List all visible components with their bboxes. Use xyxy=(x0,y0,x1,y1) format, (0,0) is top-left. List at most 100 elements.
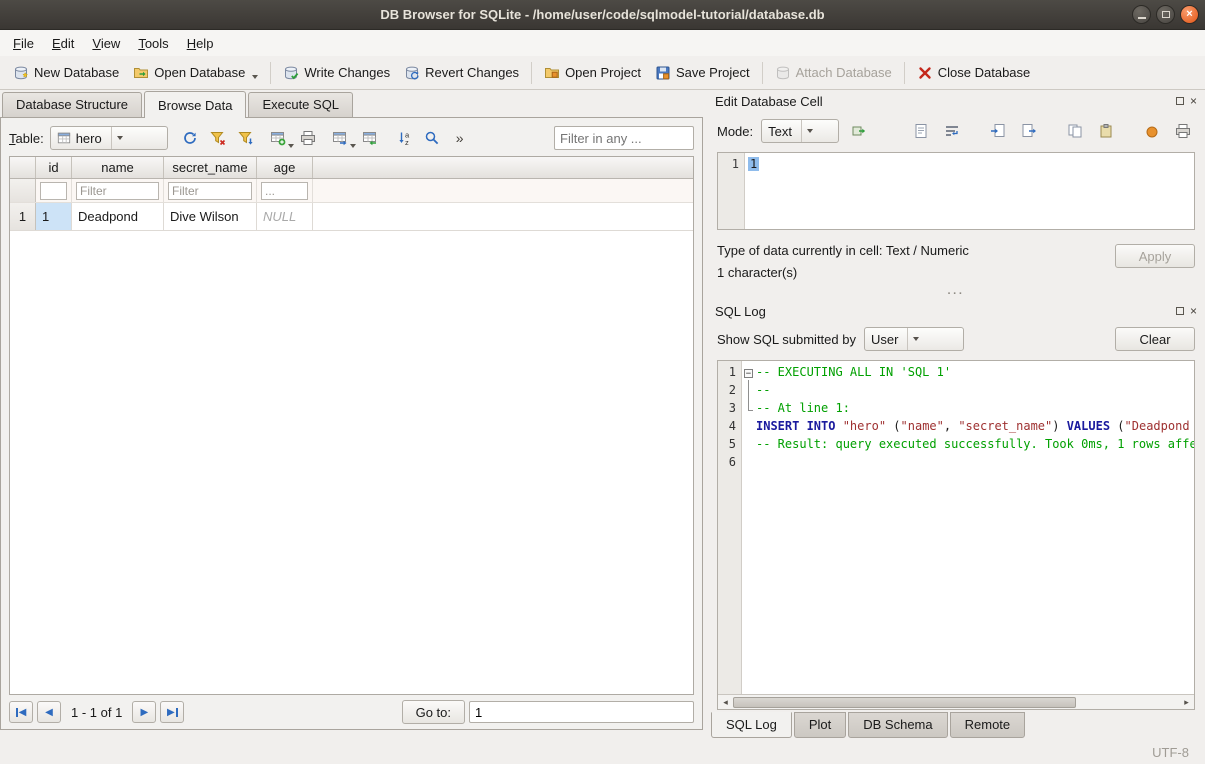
column-header-name[interactable]: name xyxy=(72,157,164,178)
last-record-button[interactable]: ▶ xyxy=(160,701,184,723)
cell-editor[interactable]: 1 1 xyxy=(717,152,1195,230)
filter-input-age[interactable] xyxy=(261,182,308,200)
dock-resize-handle[interactable]: ··· xyxy=(707,288,1205,300)
next-record-button[interactable]: ▶ xyxy=(132,701,156,723)
cell-editor-value[interactable]: 1 xyxy=(748,157,759,171)
table-select[interactable]: hero xyxy=(50,126,168,150)
word-wrap-button[interactable] xyxy=(940,119,964,143)
main-toolbar: New Database Open Database Write Changes… xyxy=(0,56,1205,90)
menu-tools[interactable]: Tools xyxy=(129,32,177,55)
filter-input-name[interactable] xyxy=(76,182,159,200)
menu-edit[interactable]: Edit xyxy=(43,32,83,55)
filter-input-secret-name[interactable] xyxy=(168,182,252,200)
set-null-button[interactable] xyxy=(1140,119,1164,143)
filter-save-icon xyxy=(238,130,254,146)
first-record-button[interactable]: ◀ xyxy=(9,701,33,723)
fold-column[interactable]: − xyxy=(742,361,756,694)
insert-record-dropdown-icon[interactable] xyxy=(288,144,294,148)
filter-input-id[interactable] xyxy=(40,182,67,200)
dock-tab-remote[interactable]: Remote xyxy=(950,712,1026,738)
menu-file[interactable]: File xyxy=(4,32,43,55)
previous-record-icon: ◀ xyxy=(45,707,53,718)
previous-record-button[interactable]: ◀ xyxy=(37,701,61,723)
minimize-icon xyxy=(1138,17,1146,19)
mode-select[interactable]: Text xyxy=(761,119,839,143)
sql-log-editor[interactable]: 1 2 3 4 5 6 − -- EXECUTING ALL IN 'SQL 1… xyxy=(718,361,1194,694)
goto-input[interactable] xyxy=(469,701,694,723)
open-database-dropdown-icon[interactable] xyxy=(252,75,258,79)
menu-help[interactable]: Help xyxy=(178,32,223,55)
clear-filters-button[interactable] xyxy=(206,126,230,150)
maximize-button[interactable] xyxy=(1156,5,1175,24)
fold-marker-icon[interactable]: − xyxy=(744,369,753,378)
minimize-button[interactable] xyxy=(1132,5,1151,24)
tab-database-structure[interactable]: Database Structure xyxy=(2,92,142,117)
print-cell-button[interactable] xyxy=(1171,119,1195,143)
cell-age[interactable]: NULL xyxy=(257,203,313,230)
import-data-button[interactable] xyxy=(358,126,382,150)
revert-changes-button[interactable]: Revert Changes xyxy=(397,61,526,85)
write-changes-button[interactable]: Write Changes xyxy=(276,61,397,85)
scroll-left-icon[interactable]: ◂ xyxy=(718,697,733,708)
filter-any-input[interactable] xyxy=(554,126,694,150)
column-header-secret-name[interactable]: secret_name xyxy=(164,157,257,178)
misc-cell-icons xyxy=(1140,119,1195,143)
open-project-button[interactable]: Open Project xyxy=(537,61,648,85)
export-data-button[interactable] xyxy=(332,126,356,150)
dock-tab-plot[interactable]: Plot xyxy=(794,712,846,738)
text-icons xyxy=(909,119,964,143)
copy-icon xyxy=(1067,123,1083,139)
attach-database-icon xyxy=(775,65,791,81)
dock-tab-sql-log[interactable]: SQL Log xyxy=(711,712,792,738)
column-header-id[interactable]: id xyxy=(36,157,72,178)
horizontal-scrollbar[interactable]: ◂ ▸ xyxy=(718,694,1194,709)
export-data-icon xyxy=(332,130,348,146)
close-window-button[interactable]: × xyxy=(1180,5,1199,24)
sql-submitter-select[interactable]: User xyxy=(864,327,964,351)
open-database-button[interactable]: Open Database xyxy=(126,61,265,85)
close-dock-icon[interactable]: × xyxy=(1190,305,1197,317)
new-database-button[interactable]: New Database xyxy=(6,61,126,85)
tab-browse-data[interactable]: Browse Data xyxy=(144,91,246,118)
row-number[interactable]: 1 xyxy=(10,203,36,230)
menubar: File Edit View Tools Help xyxy=(0,30,1205,56)
tab-execute-sql[interactable]: Execute SQL xyxy=(248,92,353,117)
column-header-age[interactable]: age xyxy=(257,157,313,178)
save-filter-button[interactable] xyxy=(234,126,258,150)
log-line-1: -- EXECUTING ALL IN 'SQL 1' xyxy=(756,365,1194,383)
cell-id[interactable]: 1 xyxy=(36,203,72,230)
clear-log-button[interactable]: Clear xyxy=(1115,327,1195,351)
scroll-right-icon[interactable]: ▸ xyxy=(1179,697,1194,708)
scrollbar-thumb[interactable] xyxy=(733,697,1076,708)
find-in-table-button[interactable] xyxy=(420,126,444,150)
misc-buttons: az xyxy=(394,126,444,150)
paste-button[interactable] xyxy=(1094,119,1118,143)
insert-record-button[interactable] xyxy=(270,126,294,150)
close-database-button[interactable]: Close Database xyxy=(910,61,1038,85)
refresh-button[interactable] xyxy=(178,126,202,150)
open-in-external-button[interactable] xyxy=(847,119,871,143)
toolbar-overflow-chevron[interactable]: » xyxy=(456,130,464,146)
export-text-button[interactable] xyxy=(1017,119,1041,143)
titlebar[interactable]: DB Browser for SQLite - /home/user/code/… xyxy=(0,0,1205,30)
copy-button[interactable] xyxy=(1063,119,1087,143)
sort-button[interactable]: az xyxy=(394,126,418,150)
goto-button[interactable]: Go to: xyxy=(402,700,465,724)
dock-tab-db-schema[interactable]: DB Schema xyxy=(848,712,947,738)
print-table-button[interactable] xyxy=(296,126,320,150)
import-text-button[interactable] xyxy=(986,119,1010,143)
close-dock-icon[interactable]: × xyxy=(1190,95,1197,107)
grid-empty-area[interactable] xyxy=(10,231,693,694)
cell-secret-name[interactable]: Dive Wilson xyxy=(164,203,257,230)
edit-cell-dock-title: Edit Database Cell × xyxy=(707,90,1205,112)
float-dock-icon[interactable] xyxy=(1176,307,1184,315)
float-dock-icon[interactable] xyxy=(1176,97,1184,105)
export-data-dropdown-icon[interactable] xyxy=(350,144,356,148)
save-project-button[interactable]: Save Project xyxy=(648,61,757,85)
text-document-button[interactable] xyxy=(909,119,933,143)
cell-name[interactable]: Deadpond xyxy=(72,203,164,230)
next-record-icon: ▶ xyxy=(140,707,148,718)
menu-view[interactable]: View xyxy=(83,32,129,55)
apply-button[interactable]: Apply xyxy=(1115,244,1195,268)
sql-log-title: SQL Log xyxy=(715,304,766,319)
